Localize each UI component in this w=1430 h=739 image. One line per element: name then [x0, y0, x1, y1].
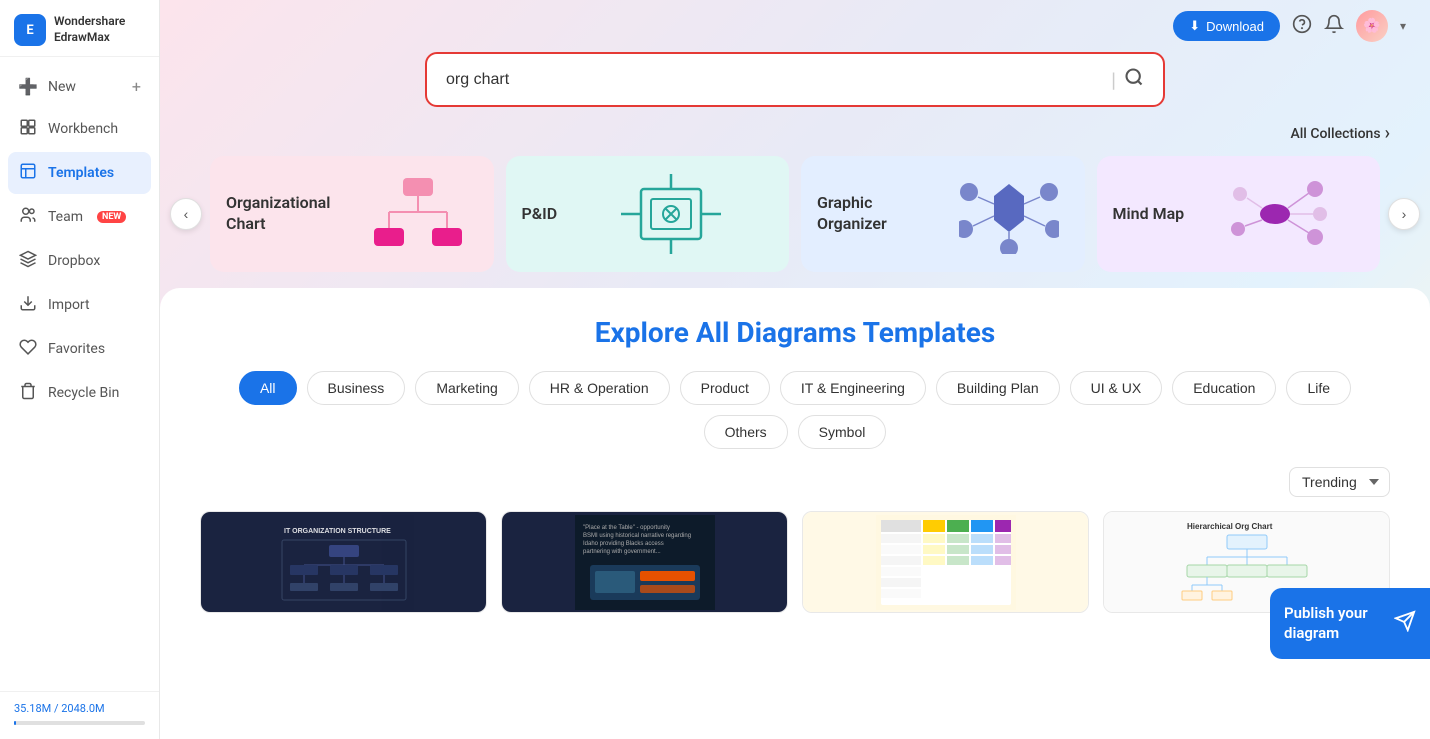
org-chart-illustration: [358, 174, 478, 254]
explore-section: Explore All Diagrams Templates All Busin…: [160, 288, 1430, 739]
search-area: |: [160, 52, 1430, 123]
filter-it-engineering[interactable]: IT & Engineering: [780, 371, 926, 405]
sort-row: Trending Newest Popular: [200, 467, 1390, 497]
svg-text:Idaho providing Blacks access: Idaho providing Blacks access: [583, 541, 664, 547]
filter-business[interactable]: Business: [307, 371, 406, 405]
filter-product[interactable]: Product: [680, 371, 770, 405]
collections-row: All Collections ›: [160, 123, 1430, 156]
filter-symbol[interactable]: Symbol: [798, 415, 887, 449]
template-card-mind-map[interactable]: Mind Map: [1097, 156, 1381, 272]
template-card-org-chart[interactable]: Organizational Chart: [210, 156, 494, 272]
result-thumb-3: [803, 512, 1088, 612]
sidebar-item-dropbox[interactable]: Dropbox: [8, 240, 151, 282]
cards-container: Organizational Chart: [202, 156, 1388, 272]
svg-text:Hierarchical Org Chart: Hierarchical Org Chart: [1187, 522, 1273, 531]
svg-text:IT ORGANIZATION STRUCTURE: IT ORGANIZATION STRUCTURE: [284, 528, 391, 535]
favorites-icon: [18, 338, 38, 360]
dropbox-icon: [18, 250, 38, 272]
logo-icon: E: [14, 14, 46, 46]
topbar: ⬇ Download 🌸 ▾: [160, 0, 1430, 52]
cards-scroll-area: ‹ Organizational Chart: [160, 156, 1430, 288]
filter-ui-ux[interactable]: UI & UX: [1070, 371, 1163, 405]
help-icon[interactable]: [1292, 14, 1312, 39]
storage-info: 35.18M / 2048.0M: [0, 691, 159, 739]
new-badge: NEW: [97, 211, 126, 223]
sidebar-item-new[interactable]: ➕ New +: [8, 67, 151, 106]
pid-illustration: [569, 174, 773, 254]
filter-marketing[interactable]: Marketing: [415, 371, 518, 405]
filter-life[interactable]: Life: [1286, 371, 1351, 405]
search-divider: |: [1111, 68, 1116, 92]
explore-title: Explore All Diagrams Templates: [200, 316, 1390, 349]
search-box-inner: |: [430, 57, 1160, 102]
search-input[interactable]: [446, 71, 1103, 89]
workbench-icon: [18, 118, 38, 140]
result-thumb-1: IT ORGANIZATION STRUCTURE: [201, 512, 486, 612]
filter-others[interactable]: Others: [704, 415, 788, 449]
result-card-2[interactable]: "Place at the Table" - opportunity BSMI …: [501, 511, 788, 613]
svg-text:partnering with government...: partnering with government...: [583, 549, 661, 555]
template-card-graphic-organizer[interactable]: Graphic Organizer: [801, 156, 1085, 272]
templates-icon: [18, 162, 38, 184]
new-icon: ➕: [18, 77, 38, 96]
sidebar-item-import[interactable]: Import: [8, 284, 151, 326]
plus-icon: +: [132, 77, 141, 96]
filter-pills: All Business Marketing HR & Operation Pr…: [200, 371, 1390, 449]
filter-hr-operation[interactable]: HR & Operation: [529, 371, 670, 405]
sidebar-item-templates[interactable]: Templates: [8, 152, 151, 194]
search-button[interactable]: [1124, 67, 1144, 92]
sidebar-item-recycle-bin[interactable]: Recycle Bin: [8, 372, 151, 414]
logo-area: E Wondershare EdrawMax: [0, 0, 159, 57]
template-card-pid[interactable]: P&ID: [506, 156, 790, 272]
sidebar-item-favorites[interactable]: Favorites: [8, 328, 151, 370]
download-icon: ⬇: [1189, 18, 1200, 34]
import-icon: [18, 294, 38, 316]
team-icon: [18, 206, 38, 228]
all-collections-link[interactable]: All Collections ›: [1290, 123, 1390, 144]
sort-select[interactable]: Trending Newest Popular: [1289, 467, 1390, 497]
avatar[interactable]: 🌸: [1356, 10, 1388, 42]
sidebar-item-team[interactable]: Team NEW: [8, 196, 151, 238]
main-content: ⬇ Download 🌸 ▾ | All Collections ›: [160, 0, 1430, 739]
filter-building-plan[interactable]: Building Plan: [936, 371, 1060, 405]
avatar-chevron[interactable]: ▾: [1400, 19, 1406, 33]
filter-education[interactable]: Education: [1172, 371, 1276, 405]
storage-bar-bg: [14, 721, 145, 725]
sidebar-nav: ➕ New + Workbench Templates Team NEW: [0, 57, 159, 691]
graphic-organizer-illustration: [949, 174, 1069, 254]
publish-popup[interactable]: Publish your diagram: [1270, 588, 1430, 659]
template-results: IT ORGANIZATION STRUCTURE: [200, 511, 1390, 613]
sidebar-item-workbench[interactable]: Workbench: [8, 108, 151, 150]
storage-bar-fill: [14, 721, 16, 725]
publish-label: Publish your diagram: [1284, 604, 1384, 643]
result-thumb-2: "Place at the Table" - opportunity BSMI …: [502, 512, 787, 612]
download-button[interactable]: ⬇ Download: [1173, 11, 1280, 41]
recycle-bin-icon: [18, 382, 38, 404]
result-card-3[interactable]: [802, 511, 1089, 613]
result-card-1[interactable]: IT ORGANIZATION STRUCTURE: [200, 511, 487, 613]
search-box-outer: |: [425, 52, 1165, 107]
svg-text:"Place at the Table" - opportu: "Place at the Table" - opportunity: [583, 525, 670, 531]
logo-text: Wondershare EdrawMax: [54, 14, 125, 45]
publish-send-icon: [1394, 610, 1416, 637]
mind-map-illustration: [1196, 174, 1364, 254]
scroll-prev-button[interactable]: ‹: [170, 198, 202, 230]
svg-text:BSMI using historical narrativ: BSMI using historical narrative regardin…: [583, 533, 691, 539]
filter-all[interactable]: All: [239, 371, 297, 405]
notification-icon[interactable]: [1324, 14, 1344, 39]
scroll-next-button[interactable]: ›: [1388, 198, 1420, 230]
sidebar: E Wondershare EdrawMax ➕ New + Workbench…: [0, 0, 160, 739]
